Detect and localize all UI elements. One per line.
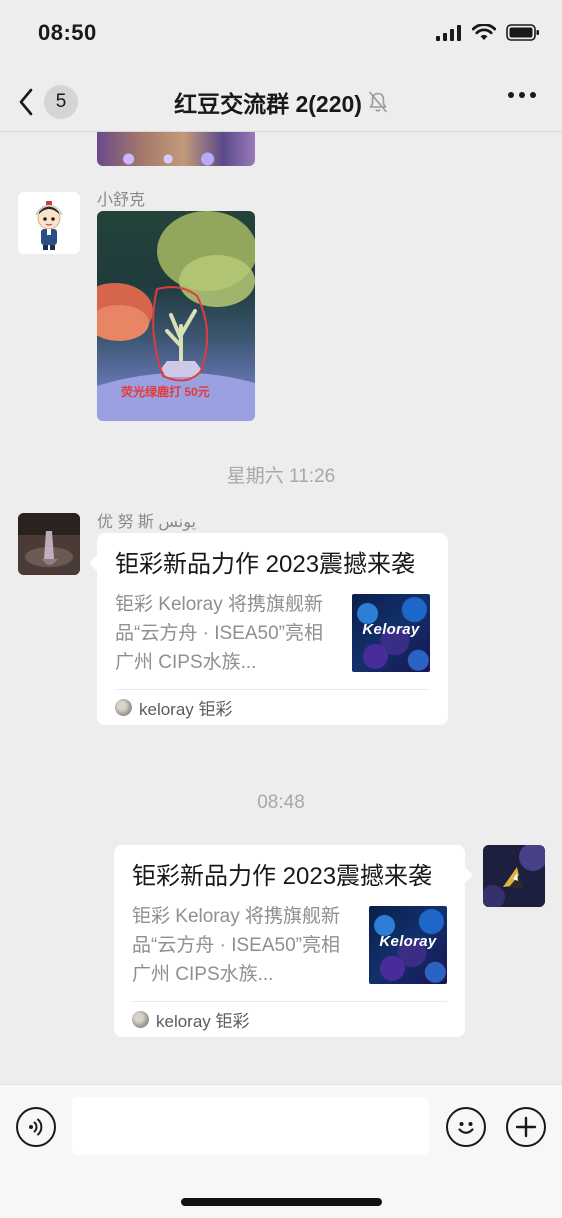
my-avatar[interactable] <box>483 845 545 907</box>
chat-message-list[interactable]: 小舒克 荧光绿鹿打 50元 星期六 11:26 优 努 斯 يونس 钜彩新品力… <box>0 132 562 1084</box>
more-dot <box>508 92 514 98</box>
home-indicator[interactable] <box>181 1198 382 1206</box>
sender-name: 小舒克 <box>97 192 146 209</box>
card-thumbnail: Keloray <box>352 594 430 672</box>
photo-avatar-icon <box>18 513 80 575</box>
coral-photo-message[interactable]: 荧光绿鹿打 50元 <box>97 211 255 421</box>
avatar[interactable] <box>18 513 80 575</box>
voice-icon <box>29 1118 43 1136</box>
more-dot <box>519 92 525 98</box>
source-logo-icon <box>115 699 132 716</box>
nav-bar: 5 红豆交流群 2(220) <box>0 70 562 132</box>
more-options-button[interactable] <box>508 92 536 98</box>
sender-name: 优 努 斯 يونس <box>97 514 196 531</box>
smiley-icon <box>458 1122 474 1134</box>
wifi-icon <box>472 24 496 40</box>
chat-title-container: 红豆交流群 2(220) <box>0 85 562 119</box>
thumbnail-brand-text: Keloray <box>362 621 420 638</box>
status-bar: 08:50 <box>0 0 562 70</box>
battery-icon <box>506 24 539 41</box>
message-input[interactable] <box>72 1097 429 1155</box>
cellular-signal-icon <box>436 24 461 41</box>
card-source: keloray 钜彩 <box>156 1012 250 1031</box>
more-dot <box>530 92 536 98</box>
card-title: 钜彩新品力作 2023震撼来袭 <box>132 863 433 890</box>
source-logo-icon <box>132 1011 149 1028</box>
emoji-button[interactable] <box>446 1107 486 1147</box>
card-source: keloray 钜彩 <box>139 700 233 719</box>
card-description: 钜彩 Keloray 将携旗舰新品“云方舟 · ISEA50”亮相广州 CIPS… <box>115 594 323 673</box>
card-thumbnail: Keloray <box>369 906 447 984</box>
link-card[interactable]: 钜彩新品力作 2023震撼来袭 钜彩 Keloray 将携旗舰新品“云方舟 · … <box>114 845 473 1037</box>
timestamp-divider: 星期六 11:26 <box>226 466 336 487</box>
card-body: 钜彩 Keloray 将携旗舰新品“云方舟 · ISEA50”亮相广州 CIPS… <box>132 902 447 989</box>
card-footer: keloray 钜彩 <box>115 689 430 725</box>
coral-image-partial[interactable] <box>97 132 255 166</box>
mute-bell-icon <box>369 91 387 113</box>
cartoon-boy-avatar-icon <box>18 192 80 254</box>
card-description: 钜彩 Keloray 将携旗舰新品“云方舟 · ISEA50”亮相广州 CIPS… <box>132 906 340 985</box>
fish-photo-avatar-icon <box>483 845 545 907</box>
thumbnail-brand-text: Keloray <box>379 933 437 950</box>
status-time: 08:50 <box>38 20 97 45</box>
avatar[interactable] <box>18 192 80 254</box>
status-icons <box>436 24 540 41</box>
chat-screen: 08:50 5 红豆交流群 2(220) 小舒克 荧光绿鹿打 50元 星期六 1… <box>0 0 562 1218</box>
timestamp-divider: 08:48 <box>257 792 305 813</box>
link-card[interactable]: 钜彩新品力作 2023震撼来袭 钜彩 Keloray 将携旗舰新品“云方舟 · … <box>89 533 448 725</box>
card-footer: keloray 钜彩 <box>132 1001 447 1037</box>
card-title: 钜彩新品力作 2023震撼来袭 <box>115 551 416 578</box>
chat-title: 红豆交流群 2(220) <box>174 91 362 117</box>
card-body: 钜彩 Keloray 将携旗舰新品“云方舟 · ISEA50”亮相广州 CIPS… <box>115 590 430 677</box>
image-caption: 荧光绿鹿打 50元 <box>121 385 210 399</box>
more-functions-button[interactable] <box>506 1107 546 1147</box>
plus-icon <box>515 1116 537 1138</box>
voice-input-button[interactable] <box>16 1107 56 1147</box>
